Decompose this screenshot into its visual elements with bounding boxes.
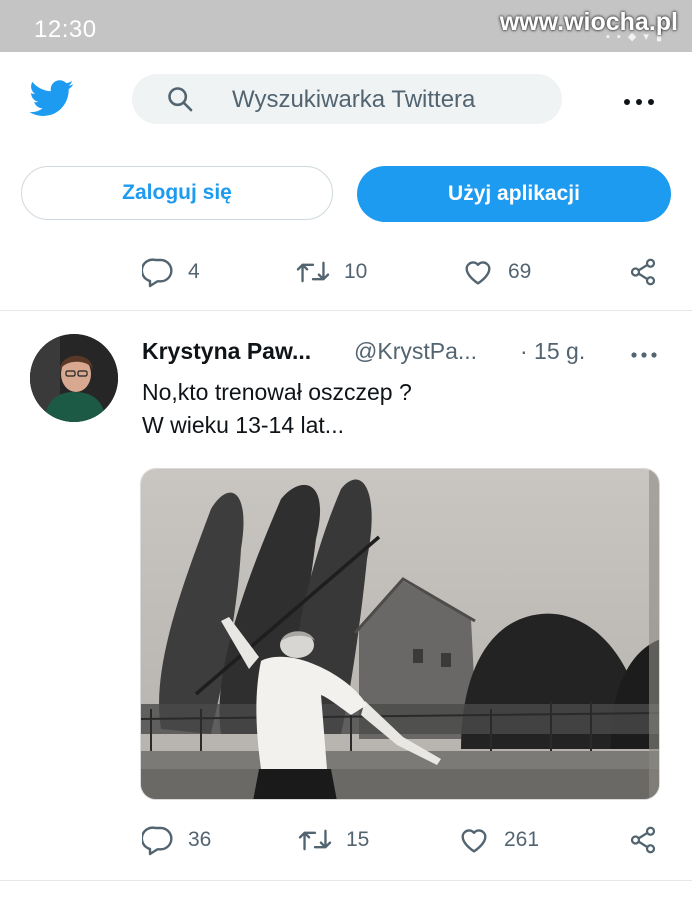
reply-button[interactable]: 4 <box>142 252 200 292</box>
retweet-icon <box>298 824 332 856</box>
retweet-button[interactable]: 15 <box>298 820 369 860</box>
share-button[interactable] <box>628 820 658 860</box>
retweet-icon <box>296 256 330 288</box>
retweet-count: 15 <box>346 828 370 851</box>
status-bar: 12:30 ▪ ▪ ◆ ▾ ▮ www.wiocha.pl <box>0 0 692 52</box>
tweet-photo[interactable] <box>140 468 660 800</box>
like-count: 261 <box>504 828 540 851</box>
tweet-text-line: W wieku 13-14 lat... <box>142 412 344 438</box>
tweet-action-bar: 36 15 261 <box>0 820 692 860</box>
reply-button[interactable]: 36 <box>142 820 211 860</box>
heart-icon <box>462 256 494 288</box>
reply-count: 4 <box>188 260 200 283</box>
tweet-time[interactable]: · 15 g. <box>520 338 585 365</box>
use-app-button[interactable]: Użyj aplikacji <box>357 166 671 222</box>
reply-icon <box>142 256 174 288</box>
divider <box>0 310 692 311</box>
author-name[interactable]: Krystyna Paw... <box>142 338 311 365</box>
status-time: 12:30 <box>34 16 97 43</box>
tweet-text: No,kto trenował oszczep ? W wieku 13-14 … <box>142 376 412 442</box>
retweet-count: 10 <box>344 260 368 283</box>
share-button[interactable] <box>628 252 658 292</box>
more-horizontal-icon[interactable] <box>622 94 656 105</box>
search-placeholder: Wyszukiwarka Twittera <box>232 86 476 113</box>
like-button[interactable]: 261 <box>458 820 539 860</box>
avatar[interactable] <box>30 334 118 422</box>
prev-tweet-action-bar: 4 10 69 <box>0 252 692 292</box>
author-handle[interactable]: @KrystPa... <box>354 338 477 365</box>
login-button[interactable]: Zaloguj się <box>21 166 333 220</box>
like-count: 69 <box>508 260 532 283</box>
share-icon <box>628 825 658 855</box>
reply-count: 36 <box>188 828 212 851</box>
share-icon <box>628 257 658 287</box>
divider <box>0 880 692 881</box>
search-input[interactable]: Wyszukiwarka Twittera <box>132 74 562 124</box>
search-icon <box>166 85 194 113</box>
tweet-text-line: No,kto trenował oszczep ? <box>142 379 412 405</box>
like-button[interactable]: 69 <box>462 252 531 292</box>
heart-icon <box>458 824 490 856</box>
twitter-bird-icon[interactable] <box>28 76 76 120</box>
watermark: www.wiocha.pl <box>499 8 678 36</box>
retweet-button[interactable]: 10 <box>296 252 367 292</box>
more-horizontal-icon[interactable] <box>630 346 658 358</box>
reply-icon <box>142 824 174 856</box>
